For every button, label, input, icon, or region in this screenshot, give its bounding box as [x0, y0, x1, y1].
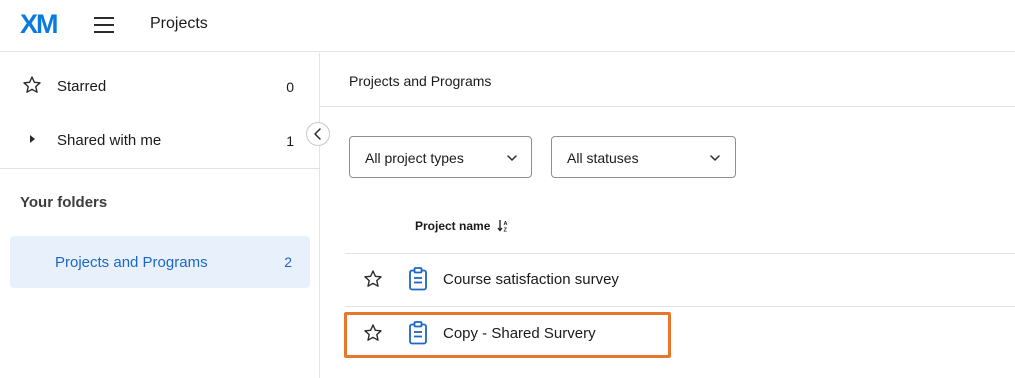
chevron-down-icon [710, 155, 720, 161]
folder-label: Projects and Programs [55, 254, 208, 271]
sidebar-item-count: 1 [286, 133, 294, 149]
star-icon[interactable] [363, 269, 383, 289]
collapse-sidebar-button[interactable] [306, 122, 330, 146]
top-bar: XM Projects [0, 0, 1015, 52]
header-divider [320, 106, 1015, 107]
project-type-filter-value: All project types [365, 150, 464, 166]
chevron-left-icon [314, 128, 321, 140]
folder-count: 2 [284, 254, 292, 270]
sidebar-divider [0, 168, 319, 169]
your-folders-heading: Your folders [20, 194, 108, 211]
xm-logo[interactable]: XM [20, 10, 58, 38]
star-icon [23, 76, 41, 93]
status-filter[interactable]: All statuses [551, 136, 736, 178]
sidebar-item-shared-with-me[interactable]: Shared with me 1 [0, 115, 320, 167]
project-name[interactable]: Copy - Shared Survery [443, 325, 596, 342]
project-type-filter[interactable]: All project types [349, 136, 532, 178]
sidebar-item-label: Starred [57, 78, 107, 95]
svg-text:Z: Z [503, 228, 507, 233]
project-name-column-header[interactable]: Project name A Z [415, 219, 509, 233]
status-filter-value: All statuses [567, 150, 639, 166]
sidebar: Starred 0 Shared with me 1 Your folders … [0, 53, 320, 378]
page-title: Projects [150, 15, 208, 32]
caret-right-icon[interactable] [22, 129, 42, 149]
chevron-down-icon [507, 155, 517, 161]
sidebar-item-count: 0 [286, 79, 294, 95]
svg-text:A: A [503, 221, 507, 227]
survey-clipboard-icon [409, 321, 427, 345]
sidebar-item-starred[interactable]: Starred 0 [0, 61, 320, 113]
project-name[interactable]: Course satisfaction survey [443, 271, 619, 288]
breadcrumb: Projects and Programs [349, 73, 492, 89]
survey-clipboard-icon [409, 267, 427, 291]
column-header-label: Project name [415, 219, 491, 233]
table-divider [345, 306, 1015, 307]
sidebar-item-label: Shared with me [57, 132, 162, 149]
sort-ascending-icon[interactable]: A Z [497, 219, 509, 232]
table-row[interactable]: Copy - Shared Survery [345, 308, 1015, 360]
table-row[interactable]: Course satisfaction survey [345, 254, 1015, 306]
folder-projects-and-programs[interactable]: Projects and Programs 2 [10, 236, 310, 288]
star-icon[interactable] [363, 323, 383, 343]
hamburger-menu-icon[interactable] [92, 14, 116, 36]
